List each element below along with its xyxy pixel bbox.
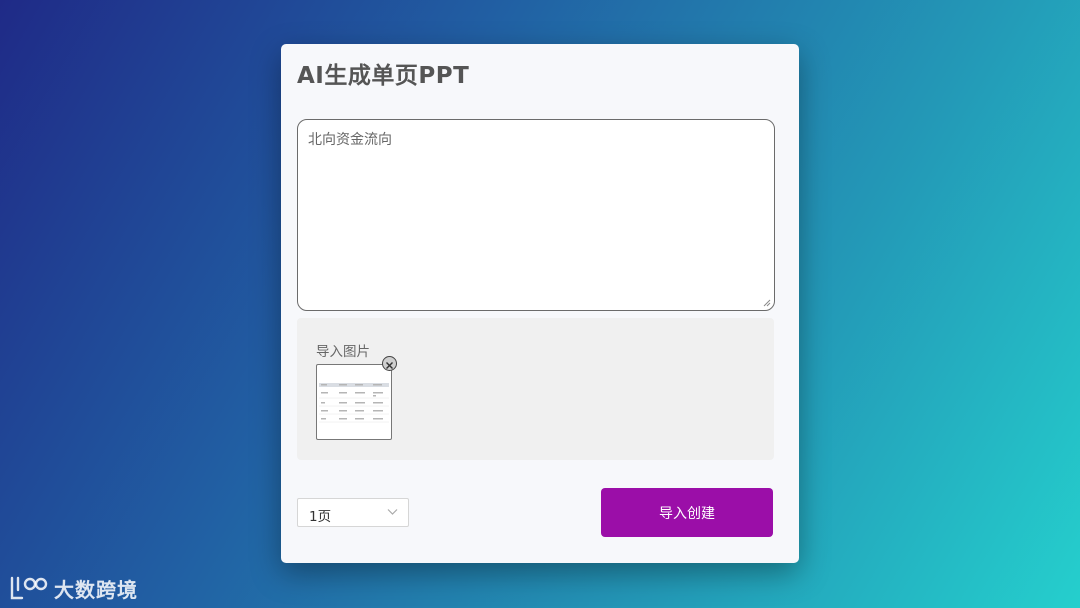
table-thumbnail-icon bbox=[319, 383, 389, 423]
remove-image-button[interactable] bbox=[382, 356, 397, 371]
uploaded-image-thumbnail[interactable] bbox=[316, 364, 392, 440]
import-create-button[interactable]: 导入创建 bbox=[601, 488, 773, 537]
ppt-generator-dialog: AI生成单页PPT 导入图片 bbox=[281, 44, 799, 563]
page-count-value: 1页 bbox=[309, 509, 332, 525]
dialog-title: AI生成单页PPT bbox=[297, 63, 470, 89]
brand-logo-icon bbox=[10, 576, 48, 600]
brand-watermark: 大数跨境 bbox=[8, 573, 138, 603]
close-icon bbox=[386, 362, 393, 369]
image-upload-label[interactable]: 导入图片 bbox=[316, 340, 370, 360]
prompt-textarea[interactable] bbox=[297, 119, 775, 311]
resize-grip-icon[interactable] bbox=[763, 299, 771, 307]
page-count-select[interactable]: 1页 bbox=[297, 498, 409, 527]
brand-name: 大数跨境 bbox=[54, 577, 138, 602]
image-upload-panel: 导入图片 bbox=[297, 318, 774, 460]
chevron-down-icon bbox=[387, 509, 398, 515]
